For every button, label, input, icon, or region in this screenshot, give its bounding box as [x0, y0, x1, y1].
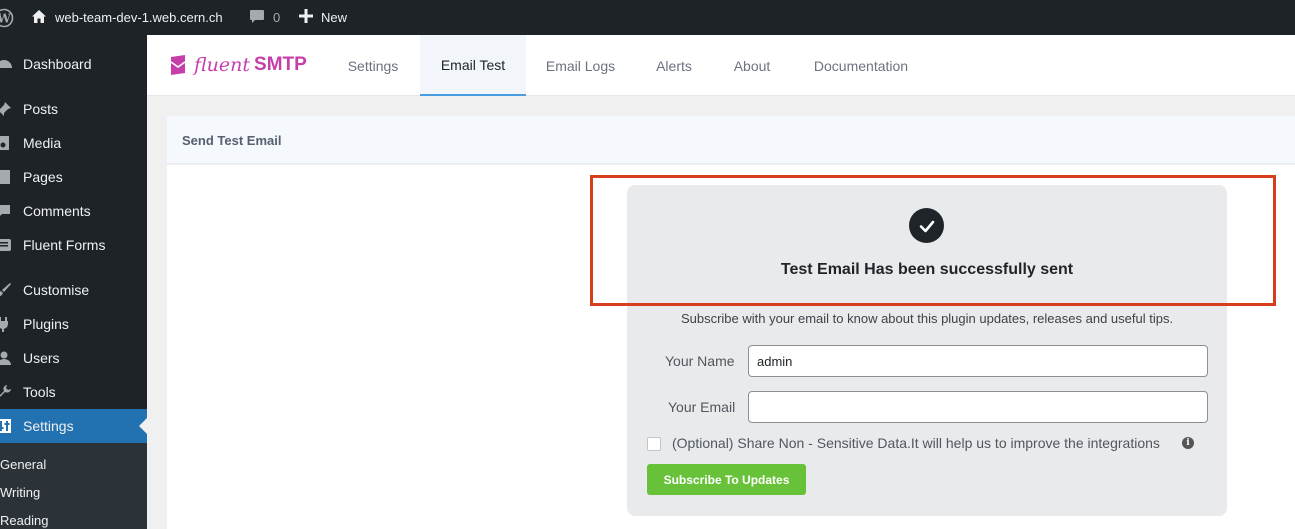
page-icon [0, 167, 14, 187]
sidebar-item-customise[interactable]: Customise [0, 273, 147, 307]
tab-email-logs[interactable]: Email Logs [533, 35, 628, 96]
sidebar-item-label: Dashboard [23, 56, 92, 72]
fluentsmtp-logo: fluent SMTP [168, 54, 307, 76]
brush-icon [0, 280, 14, 300]
admin-bar: W web-team-dev-1.web.cern.ch 0 New [0, 0, 1295, 35]
admin-sidebar: Dashboard Posts Media Pages Comments Flu… [0, 35, 147, 529]
sidebar-item-label: Tools [23, 384, 56, 400]
share-data-label: (Optional) Share Non - Sensitive Data.It… [672, 435, 1160, 451]
wrench-icon [0, 382, 14, 402]
submenu-item-writing[interactable]: Writing [0, 485, 40, 500]
users-icon [0, 348, 14, 368]
media-icon [0, 133, 14, 153]
pin-icon [0, 99, 14, 119]
sidebar-item-label: Customise [23, 282, 90, 298]
plugin-icon [0, 314, 14, 334]
tab-about[interactable]: About [722, 35, 782, 96]
share-data-checkbox[interactable] [647, 437, 661, 451]
subscribe-button[interactable]: Subscribe To Updates [647, 464, 806, 495]
sidebar-item-fluent-forms[interactable]: Fluent Forms [0, 228, 147, 262]
submenu-item-general[interactable]: General [0, 457, 46, 472]
new-label: New [321, 10, 348, 25]
info-icon[interactable]: i [1182, 437, 1194, 449]
subscribe-description: Subscribe with your email to know about … [680, 311, 1174, 326]
sidebar-item-media[interactable]: Media [0, 126, 147, 160]
submenu-item-reading[interactable]: Reading [0, 513, 48, 528]
logo-text-fluent: fluent [194, 54, 251, 76]
sidebar-item-pages[interactable]: Pages [0, 160, 147, 194]
email-label: Your Email [668, 399, 736, 415]
plugin-header: fluent SMTP Settings Email Test Email Lo… [147, 35, 1295, 96]
sidebar-item-label: Settings [23, 418, 74, 434]
envelope-logo-icon [168, 54, 188, 76]
sidebar-item-label: Media [23, 135, 62, 151]
sidebar-item-label: Fluent Forms [23, 237, 106, 253]
sidebar-item-posts[interactable]: Posts [0, 92, 147, 126]
sidebar-item-users[interactable]: Users [0, 341, 147, 375]
sidebar-item-label: Pages [23, 169, 63, 185]
tab-settings[interactable]: Settings [333, 35, 413, 96]
sidebar-item-label: Comments [23, 203, 91, 219]
sidebar-item-tools[interactable]: Tools [0, 375, 147, 409]
name-label: Your Name [665, 353, 735, 369]
comments-link[interactable]: 0 [249, 0, 280, 35]
sidebar-item-plugins[interactable]: Plugins [0, 307, 147, 341]
tab-email-test[interactable]: Email Test [420, 35, 526, 96]
tab-alerts[interactable]: Alerts [642, 35, 706, 96]
sidebar-item-label: Plugins [23, 316, 69, 332]
sidebar-item-label: Posts [23, 101, 59, 117]
settings-icon [0, 416, 14, 436]
site-link[interactable]: web-team-dev-1.web.cern.ch [31, 0, 223, 35]
comment-bubble-icon [249, 9, 265, 27]
email-input[interactable] [748, 391, 1208, 423]
home-icon [31, 9, 47, 27]
sidebar-item-dashboard[interactable]: Dashboard [0, 47, 147, 81]
settings-submenu: General Writing Reading [0, 443, 147, 529]
sidebar-item-label: Users [23, 350, 60, 366]
site-name: web-team-dev-1.web.cern.ch [55, 10, 223, 25]
wordpress-logo-icon[interactable]: W [0, 0, 16, 35]
sidebar-item-settings[interactable]: Settings [0, 409, 147, 443]
dashboard-icon [0, 54, 14, 74]
plus-icon [299, 9, 313, 26]
comment-icon [0, 201, 14, 221]
highlight-annotation-box [590, 175, 1276, 306]
card-title: Send Test Email [182, 133, 282, 148]
tab-documentation[interactable]: Documentation [801, 35, 921, 96]
svg-text:W: W [0, 11, 11, 25]
comments-count: 0 [273, 10, 281, 25]
sidebar-item-comments[interactable]: Comments [0, 194, 147, 228]
name-input[interactable] [748, 345, 1208, 377]
logo-text-smtp: SMTP [254, 54, 307, 75]
card-header: Send Test Email [167, 116, 1295, 164]
forms-icon [0, 235, 14, 255]
new-content-link[interactable]: New [299, 0, 347, 35]
